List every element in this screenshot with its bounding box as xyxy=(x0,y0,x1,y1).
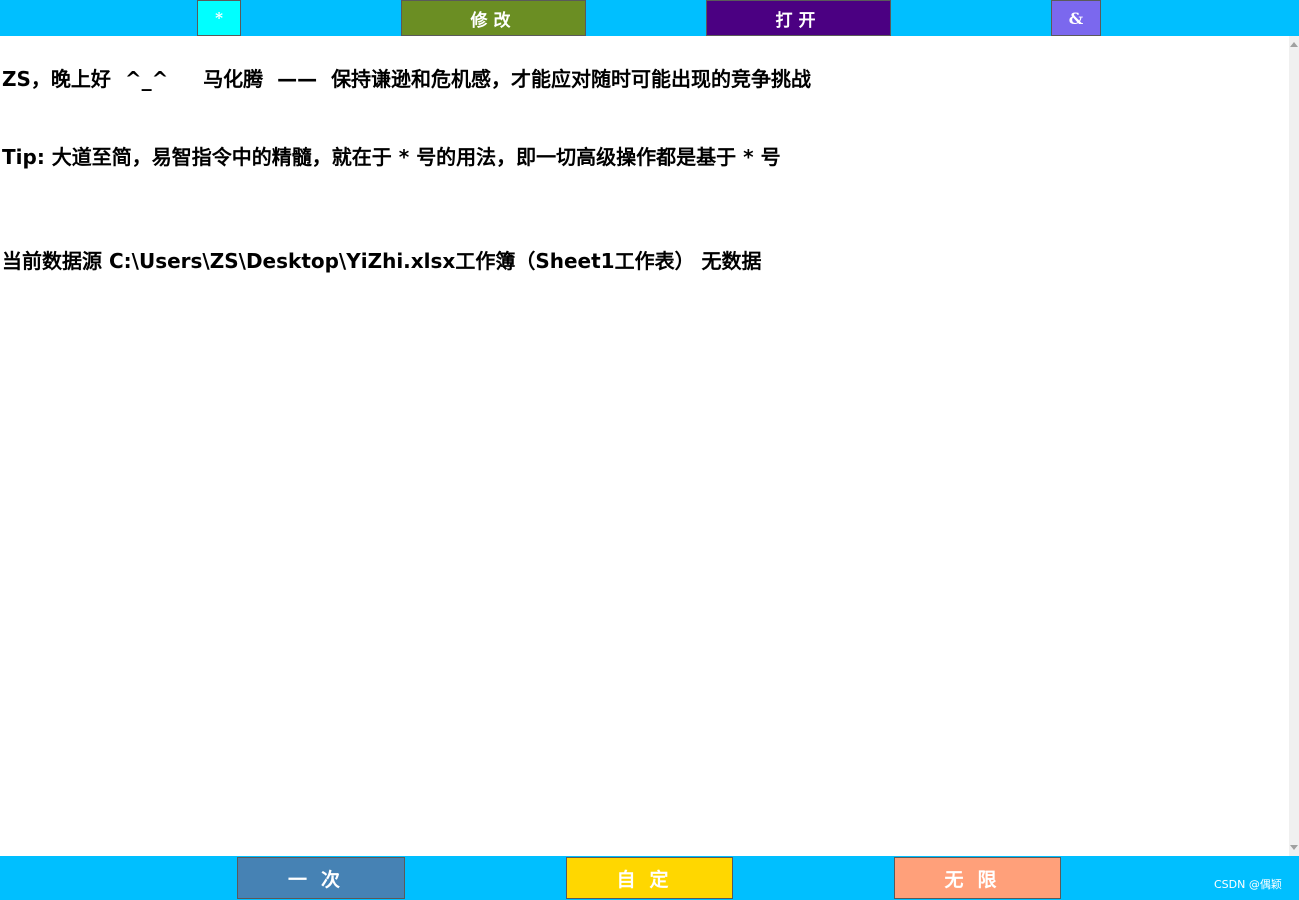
tip-text-3: 号 xyxy=(760,145,781,169)
vertical-scrollbar[interactable] xyxy=(1289,36,1299,856)
emoticon: ^_^ xyxy=(124,67,169,91)
open-button[interactable]: 打开 xyxy=(706,0,891,36)
tip-text-1: 大道至简，易智指令中的精髓，就在于 xyxy=(51,145,392,169)
bottom-toolbar: 一次 自定 无限 CSDN @偶颖 xyxy=(0,856,1299,900)
quote-author: 马化腾 xyxy=(203,67,264,91)
scroll-down-icon[interactable] xyxy=(1290,845,1298,850)
sheet-suffix: 工作表） xyxy=(614,249,695,273)
workbook-suffix: 工作簿（ xyxy=(455,249,536,273)
tip-line: Tip: 大道至简，易智指令中的精髓，就在于 * 号的用法，即一切高级操作都是基… xyxy=(2,141,781,170)
app-window: * 修改 打开 & ZS，晚上好 ^_^ 马化腾 —— 保持谦逊和危机感，才能应… xyxy=(0,0,1299,900)
quote-dash: —— xyxy=(277,67,318,91)
tip-label: Tip: xyxy=(2,145,45,169)
greeting-text: 晚上好 xyxy=(50,67,111,91)
greeting-separator: ， xyxy=(30,67,51,91)
star-button[interactable]: * xyxy=(197,0,241,36)
data-source-line: 当前数据源 C:\Users\ZS\Desktop\YiZhi.xlsx工作簿（… xyxy=(2,245,762,274)
custom-button[interactable]: 自定 xyxy=(566,857,733,899)
top-toolbar: * 修改 打开 & xyxy=(0,0,1299,36)
ampersand-button[interactable]: & xyxy=(1051,0,1101,36)
tip-star-2: * xyxy=(743,145,754,169)
greeting-line: ZS，晚上好 ^_^ 马化腾 —— 保持谦逊和危机感，才能应对随时可能出现的竞争… xyxy=(2,63,811,92)
tip-text-2: 号的用法，即一切高级操作都是基于 xyxy=(416,145,737,169)
main-content: ZS，晚上好 ^_^ 马化腾 —— 保持谦逊和危机感，才能应对随时可能出现的竞争… xyxy=(0,36,1290,856)
quote-text: 保持谦逊和危机感，才能应对随时可能出现的竞争挑战 xyxy=(331,67,812,91)
watermark: CSDN @偶颖 xyxy=(1214,878,1282,891)
data-status: 无数据 xyxy=(701,249,762,273)
data-source-path: C:\Users\ZS\Desktop\YiZhi.xlsx xyxy=(108,249,456,273)
sheet-name: Sheet1 xyxy=(535,249,615,273)
scroll-up-icon[interactable] xyxy=(1290,42,1298,47)
tip-star-1: * xyxy=(398,145,410,169)
data-source-label: 当前数据源 xyxy=(2,249,102,273)
unlimited-button[interactable]: 无限 xyxy=(894,857,1061,899)
once-button[interactable]: 一次 xyxy=(237,857,405,899)
user-name: ZS xyxy=(2,67,31,91)
modify-button[interactable]: 修改 xyxy=(401,0,586,36)
